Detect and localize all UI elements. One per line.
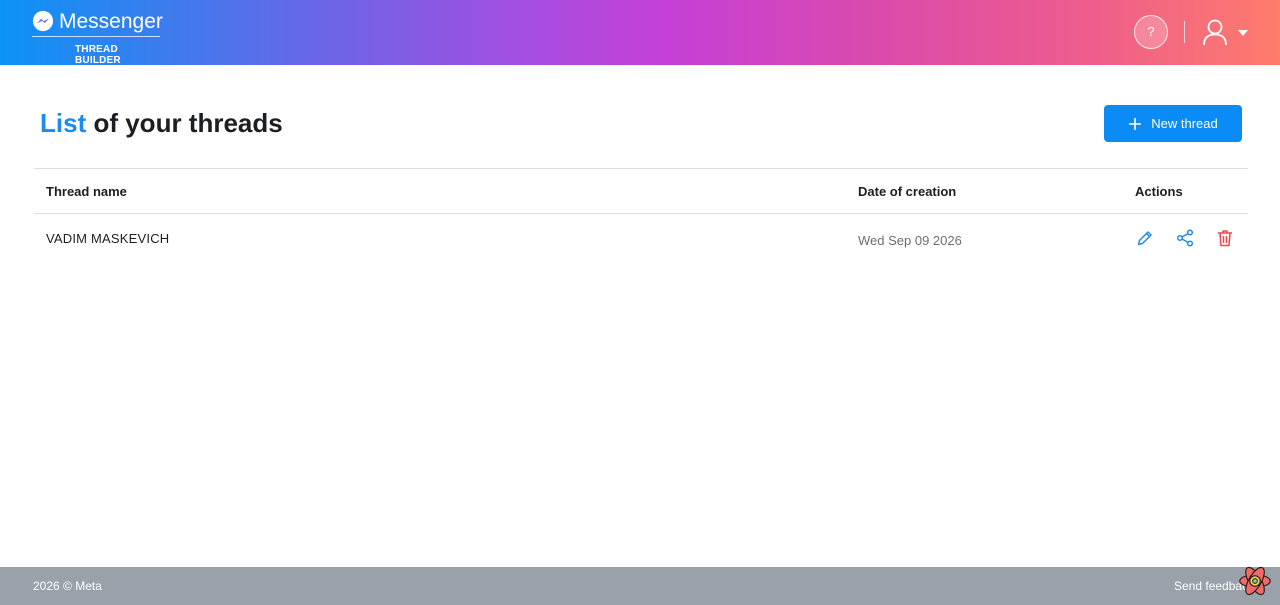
thread-date: Wed Sep 09 2026: [858, 233, 962, 248]
column-header-date: Date of creation: [858, 184, 957, 199]
new-thread-button[interactable]: New thread: [1104, 105, 1242, 142]
page-title-rest: of your threads: [86, 108, 283, 138]
thread-name[interactable]: VADIM MASKEVICH: [46, 231, 169, 246]
brand-divider: [32, 36, 160, 37]
brand-subtitle: THREAD BUILDER: [75, 44, 121, 66]
user-menu-button[interactable]: [1202, 18, 1250, 46]
page-title: List of your threads: [40, 108, 283, 139]
share-icon[interactable]: [1175, 228, 1195, 248]
footer: 2026 © Meta Send feedback: [0, 567, 1280, 605]
table-header: Thread name Date of creation Actions: [34, 168, 1248, 214]
table-row: VADIM MASKEVICH Wed Sep 09 2026: [34, 214, 1248, 266]
react-devtools-icon[interactable]: [1236, 562, 1274, 600]
chevron-down-icon: [1238, 30, 1248, 36]
brand-name: Messenger: [59, 10, 163, 33]
plus-icon: [1129, 117, 1142, 130]
footer-copyright: 2026 © Meta: [33, 579, 102, 593]
pencil-icon[interactable]: [1135, 228, 1155, 248]
messenger-logo-icon: [32, 10, 54, 32]
navbar-divider: [1184, 21, 1185, 43]
threads-table: Thread name Date of creation Actions VAD…: [34, 168, 1248, 266]
top-navbar: Messenger THREAD BUILDER ?: [0, 0, 1280, 66]
user-icon: [1203, 19, 1227, 46]
column-header-thread-name: Thread name: [46, 184, 127, 199]
new-thread-label: New thread: [1151, 116, 1218, 131]
trash-icon[interactable]: [1215, 228, 1235, 248]
brand-logo-block[interactable]: Messenger THREAD BUILDER: [32, 9, 163, 66]
column-header-actions: Actions: [1135, 184, 1183, 199]
page-title-accent: List: [40, 108, 87, 138]
help-button[interactable]: ?: [1134, 15, 1168, 49]
